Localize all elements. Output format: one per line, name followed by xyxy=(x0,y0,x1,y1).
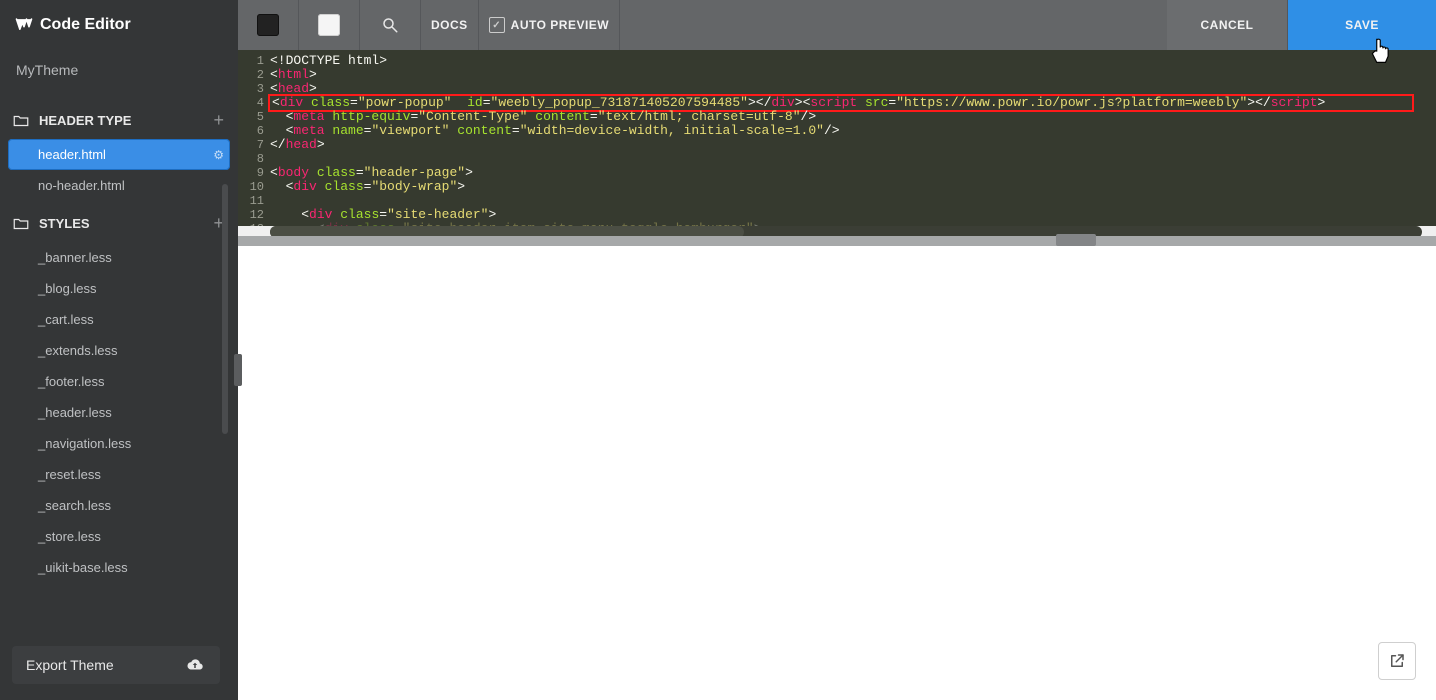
file-label: _uikit-base.less xyxy=(38,560,128,575)
weebly-logo-icon xyxy=(14,15,34,35)
sidebar-scrollbar-thumb[interactable] xyxy=(222,184,228,434)
open-external-button[interactable] xyxy=(1378,642,1416,680)
docs-button[interactable]: DOCS xyxy=(421,0,479,50)
auto-preview-toggle[interactable]: ✓ AUTO PREVIEW xyxy=(479,0,620,50)
file-label: _banner.less xyxy=(38,250,112,265)
theme-name: MyTheme xyxy=(16,62,78,78)
pane-splitter[interactable] xyxy=(238,236,1436,246)
file-item[interactable]: no-header.html xyxy=(8,170,230,201)
file-label: no-header.html xyxy=(38,178,125,193)
preview-pane xyxy=(238,246,1436,700)
folder-icon xyxy=(11,214,31,234)
file-item[interactable]: _banner.less xyxy=(8,242,230,273)
file-item[interactable]: _extends.less xyxy=(8,335,230,366)
file-label: _navigation.less xyxy=(38,436,131,451)
sidebar-resize-handle[interactable] xyxy=(234,354,242,386)
dark-theme-swatch[interactable] xyxy=(238,0,299,50)
brand-bar: Code Editor xyxy=(0,0,238,50)
theme-name-bar: MyTheme xyxy=(0,50,238,90)
light-theme-swatch[interactable] xyxy=(299,0,360,50)
export-theme-button[interactable]: Export Theme xyxy=(12,646,220,684)
file-item[interactable]: _reset.less xyxy=(8,459,230,490)
file-label: header.html xyxy=(38,147,106,162)
file-label: _search.less xyxy=(38,498,111,513)
brand-title: Code Editor xyxy=(40,16,131,34)
file-item[interactable]: _cart.less xyxy=(8,304,230,335)
file-item[interactable]: _store.less xyxy=(8,521,230,552)
export-theme-label: Export Theme xyxy=(26,657,114,673)
file-item[interactable]: _search.less xyxy=(8,490,230,521)
sidebar-scroll[interactable]: HEADER TYPE + header.html ⚙ no-header.html ST… xyxy=(0,90,238,636)
save-button[interactable]: SAVE xyxy=(1288,0,1436,50)
code-content[interactable]: <!DOCTYPE html><html><head><div class="p… xyxy=(270,50,1436,226)
file-label: _footer.less xyxy=(38,374,105,389)
file-item[interactable]: _footer.less xyxy=(8,366,230,397)
toolbar: DOCS ✓ AUTO PREVIEW CANCEL SAVE xyxy=(238,0,1436,50)
code-editor[interactable]: 1234567891011121314 <!DOCTYPE html><html… xyxy=(238,50,1436,226)
search-button[interactable] xyxy=(360,0,421,50)
file-item[interactable]: _uikit-base.less xyxy=(8,552,230,583)
checkbox-icon: ✓ xyxy=(489,17,505,33)
sidebar: HEADER TYPE + header.html ⚙ no-header.html ST… xyxy=(0,90,238,700)
add-file-button[interactable]: + xyxy=(213,110,224,131)
file-label: _cart.less xyxy=(38,312,94,327)
gear-icon[interactable]: ⚙ xyxy=(213,148,224,162)
section-header: HEADER TYPE + xyxy=(8,98,230,139)
folder-icon xyxy=(11,111,31,131)
cancel-button[interactable]: CANCEL xyxy=(1167,0,1288,50)
file-item[interactable]: _header.less xyxy=(8,397,230,428)
file-item[interactable]: _blog.less xyxy=(8,273,230,304)
pane-splitter-handle[interactable] xyxy=(1056,234,1096,246)
file-label: _extends.less xyxy=(38,343,118,358)
cloud-upload-icon xyxy=(184,654,206,676)
file-label: _store.less xyxy=(38,529,101,544)
file-label: _blog.less xyxy=(38,281,97,296)
section-title: HEADER TYPE xyxy=(39,113,131,128)
file-item[interactable]: header.html ⚙ xyxy=(8,139,230,170)
section-header: STYLES+ xyxy=(8,201,230,242)
file-item[interactable]: _navigation.less xyxy=(8,428,230,459)
file-label: _header.less xyxy=(38,405,112,420)
line-number-gutter: 1234567891011121314 xyxy=(238,50,270,226)
section-title: STYLES xyxy=(39,216,90,231)
file-label: _reset.less xyxy=(38,467,101,482)
